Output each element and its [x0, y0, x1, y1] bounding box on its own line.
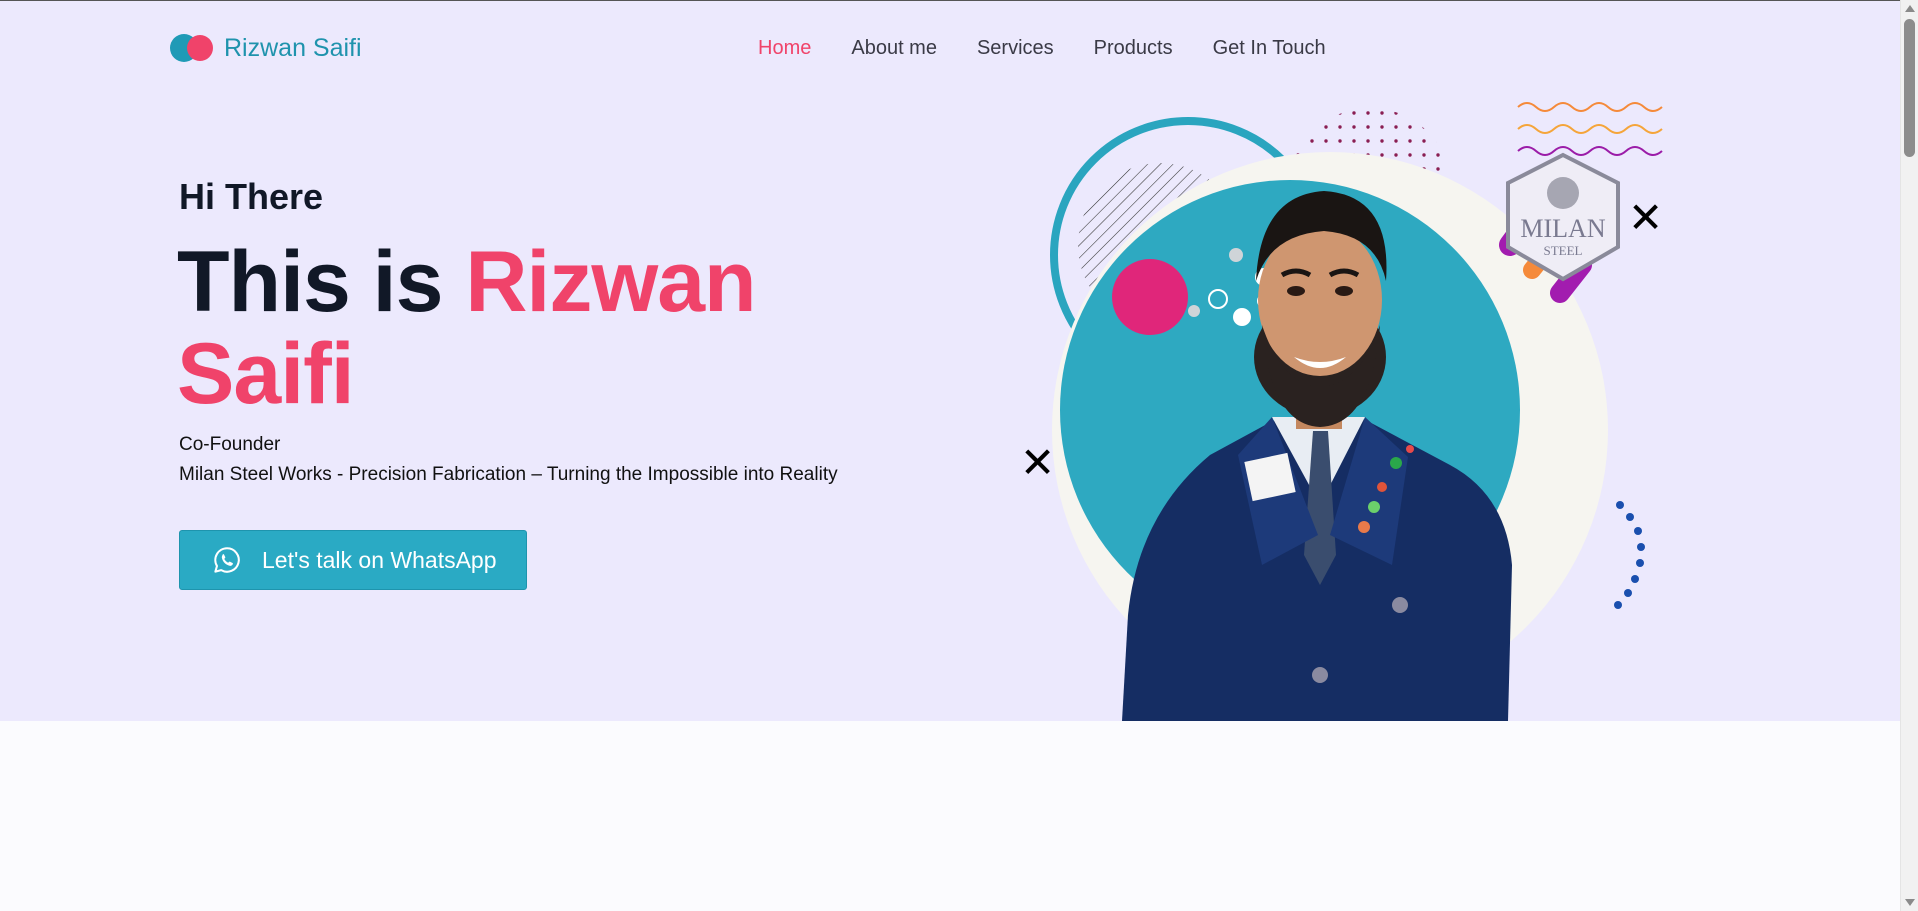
scroll-up-icon[interactable]: [1905, 5, 1915, 12]
page-scrollbar[interactable]: [1900, 0, 1918, 911]
brand-logo[interactable]: Rizwan Saifi: [170, 33, 362, 63]
whatsapp-icon: [214, 547, 240, 573]
headline-prefix: This is: [177, 234, 443, 330]
hero-greeting: Hi There: [179, 176, 324, 217]
scrollbar-thumb[interactable]: [1904, 19, 1915, 157]
content-section: [0, 721, 1900, 911]
hero-role: Co-Founder: [179, 434, 281, 455]
hero-company: Milan Steel Works - Precision Fabricatio…: [179, 464, 838, 485]
decor-waves-shape: [1517, 102, 1663, 156]
main-nav: Home About me Services Products Get In T…: [758, 37, 1326, 60]
badge-line1: MILAN: [1520, 214, 1605, 243]
hero-headline: This is Rizwan Saifi: [177, 236, 897, 420]
whatsapp-button[interactable]: Let's talk on WhatsApp: [179, 530, 527, 590]
nav-services[interactable]: Services: [977, 37, 1054, 60]
nav-get-in-touch[interactable]: Get In Touch: [1213, 37, 1326, 60]
hero-illustration: MILAN STEEL: [1050, 102, 1663, 721]
whatsapp-button-label: Let's talk on WhatsApp: [262, 546, 497, 573]
badge-line2: STEEL: [1544, 243, 1583, 258]
nav-products[interactable]: Products: [1094, 37, 1173, 60]
nav-about-me[interactable]: About me: [851, 37, 937, 60]
decor-magenta-dot-shape: [1112, 259, 1188, 335]
brand-name: Rizwan Saifi: [224, 33, 362, 62]
decor-dot-arc-shape: [1614, 501, 1645, 609]
nav-home[interactable]: Home: [758, 37, 811, 60]
logo-mark-icon: [170, 33, 216, 63]
scroll-down-icon[interactable]: [1905, 899, 1915, 906]
